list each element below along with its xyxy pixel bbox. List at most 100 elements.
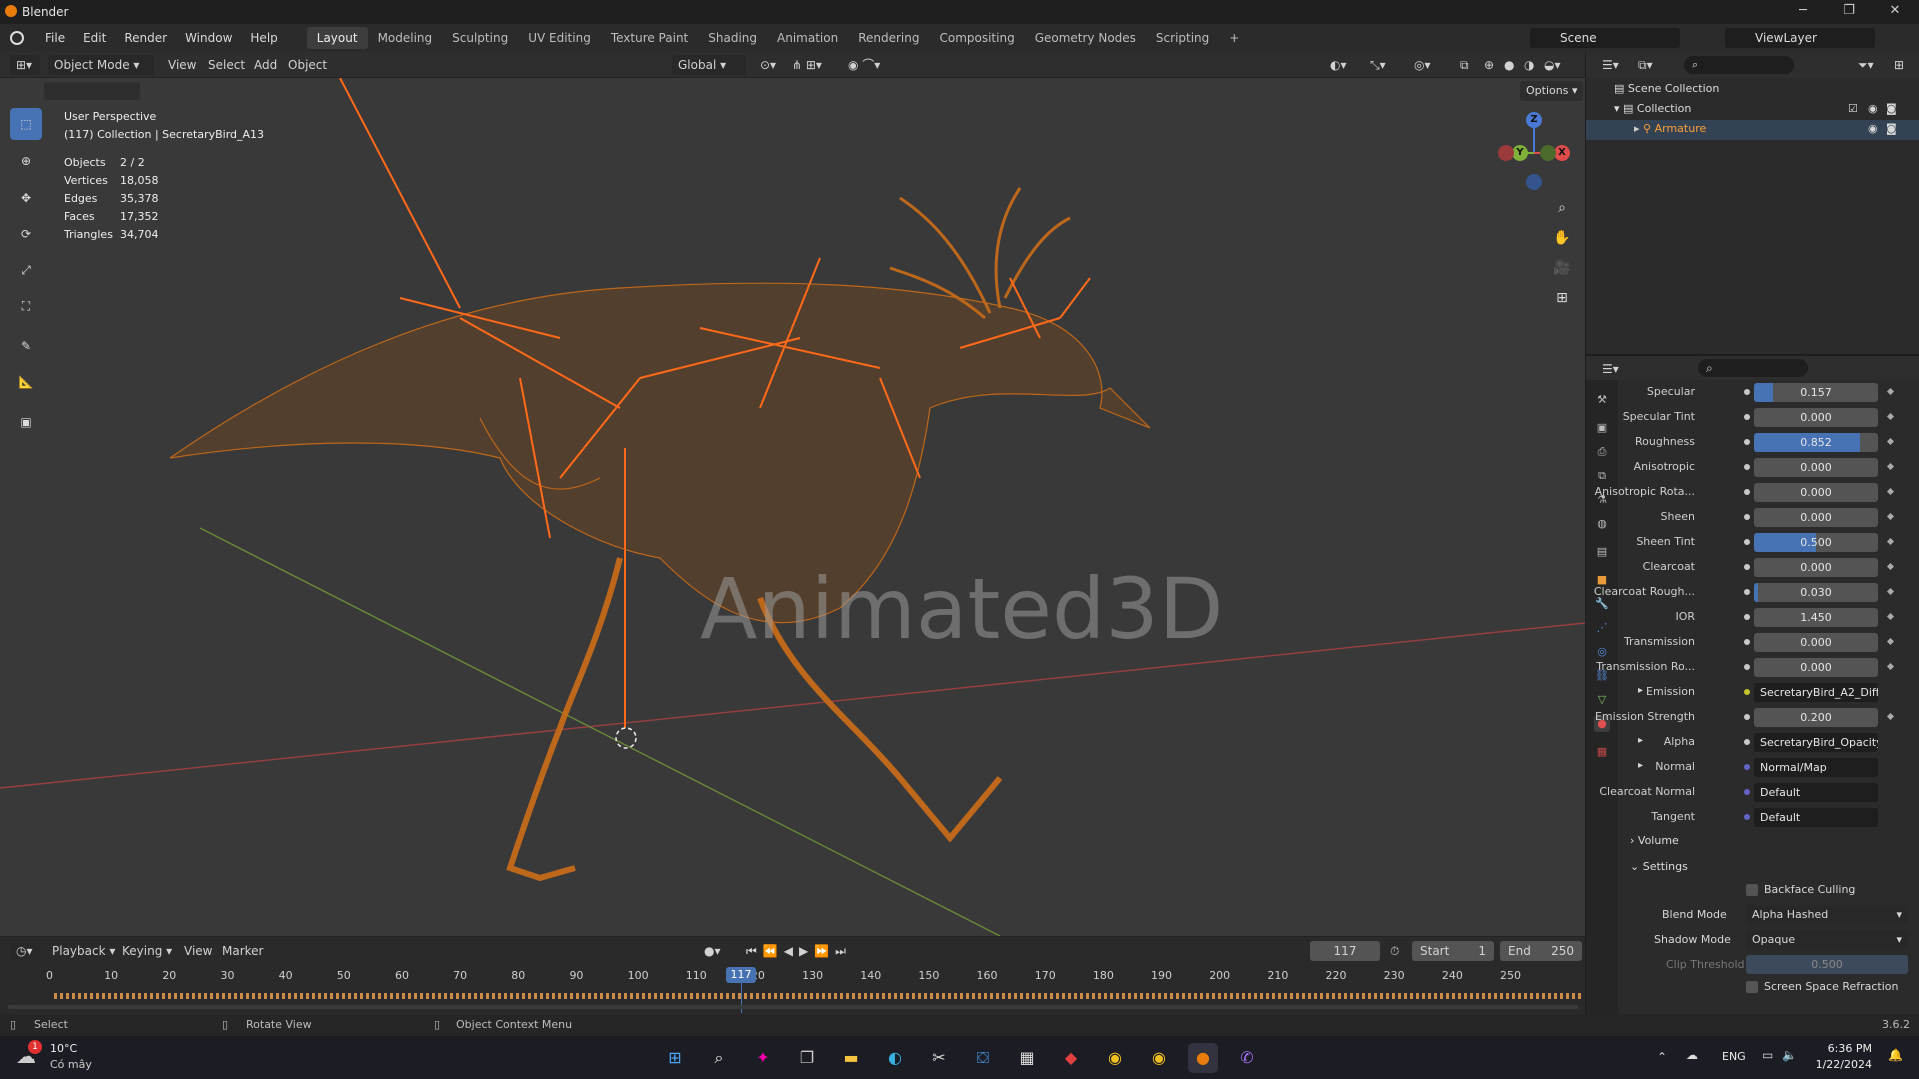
expand-arrow-icon[interactable]: ▸: [1634, 122, 1643, 135]
timeline-menu-marker[interactable]: Marker: [222, 941, 263, 961]
scene-selector[interactable]: Scene: [1530, 28, 1680, 48]
new-collection-icon[interactable]: ⊞: [1894, 55, 1904, 75]
options-dropdown[interactable]: Options ▾: [1520, 81, 1584, 101]
socket-dot-icon[interactable]: [1744, 589, 1750, 595]
view-layer-selector[interactable]: ViewLayer: [1725, 28, 1875, 48]
expand-arrow-icon[interactable]: ▾: [1614, 102, 1623, 115]
chrome-icon[interactable]: ◉: [1100, 1043, 1130, 1073]
viber-icon[interactable]: ✆: [1232, 1043, 1262, 1073]
socket-dot-icon[interactable]: [1744, 714, 1750, 720]
gizmo-neg-x[interactable]: [1498, 145, 1514, 161]
blender-menu-icon[interactable]: [10, 31, 24, 45]
tab-compositing[interactable]: Compositing: [929, 27, 1024, 49]
edge-browser-icon[interactable]: ◐: [880, 1043, 910, 1073]
overlay-toggle-icon[interactable]: ◎▾: [1414, 55, 1431, 75]
tab-texture-paint[interactable]: Texture Paint: [601, 27, 698, 49]
prop-link-field[interactable]: Normal/Map: [1754, 758, 1878, 777]
clock-time[interactable]: 6:36 PM: [1812, 1042, 1872, 1055]
annotate-tool[interactable]: ✎: [10, 330, 42, 362]
menu-render[interactable]: Render: [115, 31, 176, 45]
backface-checkbox[interactable]: [1746, 884, 1758, 896]
keyframe-dot-icon[interactable]: [1886, 637, 1895, 646]
socket-dot-icon[interactable]: [1744, 789, 1750, 795]
shadow-mode-dropdown[interactable]: Opaque ▾: [1746, 930, 1908, 949]
keyframe-dot-icon[interactable]: [1886, 512, 1895, 521]
socket-dot-icon[interactable]: [1744, 739, 1750, 745]
language-indicator[interactable]: ENG: [1722, 1050, 1746, 1063]
keyframe-dot-icon[interactable]: [1886, 662, 1895, 671]
outliner-search-input[interactable]: ⌕: [1684, 56, 1794, 74]
3d-viewport[interactable]: Animated3D ⬚ ⊕ ✥ ⟳ ⤢ ⛶ ✎ 📐 ▣ User Perspe…: [0, 78, 1585, 936]
stopwatch-icon[interactable]: ⏱: [1390, 941, 1399, 961]
prop-slider[interactable]: 0.000: [1754, 658, 1878, 677]
socket-dot-icon[interactable]: [1744, 764, 1750, 770]
expand-arrow-icon[interactable]: ▸: [1638, 685, 1643, 696]
render-camera-icon[interactable]: ◙: [1886, 122, 1897, 135]
prop-slider[interactable]: 0.000: [1754, 558, 1878, 577]
properties-editor-icon[interactable]: ☰▾: [1602, 359, 1619, 379]
transform-tool[interactable]: ⛶: [10, 290, 42, 322]
weather-desc[interactable]: Có mây: [50, 1058, 92, 1071]
clock-date[interactable]: 1/22/2024: [1812, 1058, 1872, 1071]
start-frame-field[interactable]: Start 1: [1412, 941, 1494, 961]
current-frame-field[interactable]: 117: [1310, 941, 1380, 961]
socket-dot-icon[interactable]: [1744, 489, 1750, 495]
prop-slider[interactable]: 0.000: [1754, 633, 1878, 652]
snipping-tool-icon[interactable]: ✂: [924, 1043, 954, 1073]
timeline-menu-view[interactable]: View: [184, 941, 212, 961]
socket-dot-icon[interactable]: [1744, 414, 1750, 420]
socket-dot-icon[interactable]: [1744, 639, 1750, 645]
tab-layout[interactable]: Layout: [306, 27, 368, 49]
menu-window[interactable]: Window: [176, 31, 241, 45]
menu-add[interactable]: Add: [254, 55, 277, 75]
record-icon[interactable]: ●▾: [704, 941, 721, 961]
prop-slider[interactable]: 0.000: [1754, 508, 1878, 527]
tab-sculpting[interactable]: Sculpting: [442, 27, 518, 49]
prop-slider[interactable]: 0.157: [1754, 383, 1878, 402]
add-cube-tool[interactable]: ▣: [10, 406, 42, 438]
ortho-grid-icon[interactable]: ⊞: [1550, 286, 1574, 310]
prop-slider[interactable]: 0.200: [1754, 708, 1878, 727]
gizmo-x-axis[interactable]: X: [1554, 145, 1570, 161]
pivot-icon[interactable]: ⊙▾: [760, 55, 776, 75]
copilot-icon[interactable]: ✦: [748, 1043, 778, 1073]
add-workspace-button[interactable]: +: [1219, 27, 1249, 49]
menu-view[interactable]: View: [168, 55, 196, 75]
outliner-item-scene-collection[interactable]: ▤ Scene Collection: [1614, 82, 1719, 95]
socket-dot-icon[interactable]: [1744, 614, 1750, 620]
search-icon[interactable]: ⌕: [704, 1043, 734, 1073]
keyframe-dot-icon[interactable]: [1886, 487, 1895, 496]
notification-bell-icon[interactable]: 🔔: [1888, 1048, 1903, 1062]
keyframe-dot-icon[interactable]: [1886, 612, 1895, 621]
tab-rendering[interactable]: Rendering: [848, 27, 929, 49]
measure-tool[interactable]: 📐: [10, 366, 42, 398]
solid-shading-icon[interactable]: ●: [1504, 55, 1514, 75]
prop-slider[interactable]: 1.450: [1754, 608, 1878, 627]
filter-icon[interactable]: ⏷▾: [1858, 55, 1874, 75]
keyframe-dot-icon[interactable]: [1886, 437, 1895, 446]
mode-dropdown[interactable]: Object Mode ▾: [48, 55, 154, 75]
proportional-icon[interactable]: ◉ ⌒▾: [848, 55, 880, 75]
prop-slider[interactable]: 0.000: [1754, 458, 1878, 477]
app-icon-generic[interactable]: ▦: [1012, 1043, 1042, 1073]
expand-arrow-icon[interactable]: ▸: [1638, 735, 1643, 746]
clip-threshold-field[interactable]: 0.500: [1746, 955, 1908, 974]
socket-dot-icon[interactable]: [1744, 539, 1750, 545]
ms-store-icon[interactable]: ⛋: [968, 1043, 998, 1073]
keyframe-dot-icon[interactable]: [1886, 712, 1895, 721]
network-icon[interactable]: ▭: [1762, 1048, 1773, 1062]
tab-animation[interactable]: Animation: [767, 27, 848, 49]
timeline-menu-keying[interactable]: Keying ▾: [122, 941, 172, 961]
menu-object[interactable]: Object: [288, 55, 327, 75]
tab-scripting[interactable]: Scripting: [1146, 27, 1219, 49]
gizmo-y-axis[interactable]: Y: [1512, 145, 1528, 161]
wireframe-shading-icon[interactable]: ⊕: [1484, 55, 1494, 75]
gizmo-neg-y[interactable]: [1540, 145, 1556, 161]
socket-dot-icon[interactable]: [1744, 814, 1750, 820]
rotate-tool[interactable]: ⟳: [10, 218, 42, 250]
socket-dot-icon[interactable]: [1744, 564, 1750, 570]
app-icon-red[interactable]: ◆: [1056, 1043, 1086, 1073]
select-box-tool[interactable]: ⬚: [10, 108, 42, 140]
start-windows-icon[interactable]: ⊞: [660, 1043, 690, 1073]
socket-dot-icon[interactable]: [1744, 464, 1750, 470]
